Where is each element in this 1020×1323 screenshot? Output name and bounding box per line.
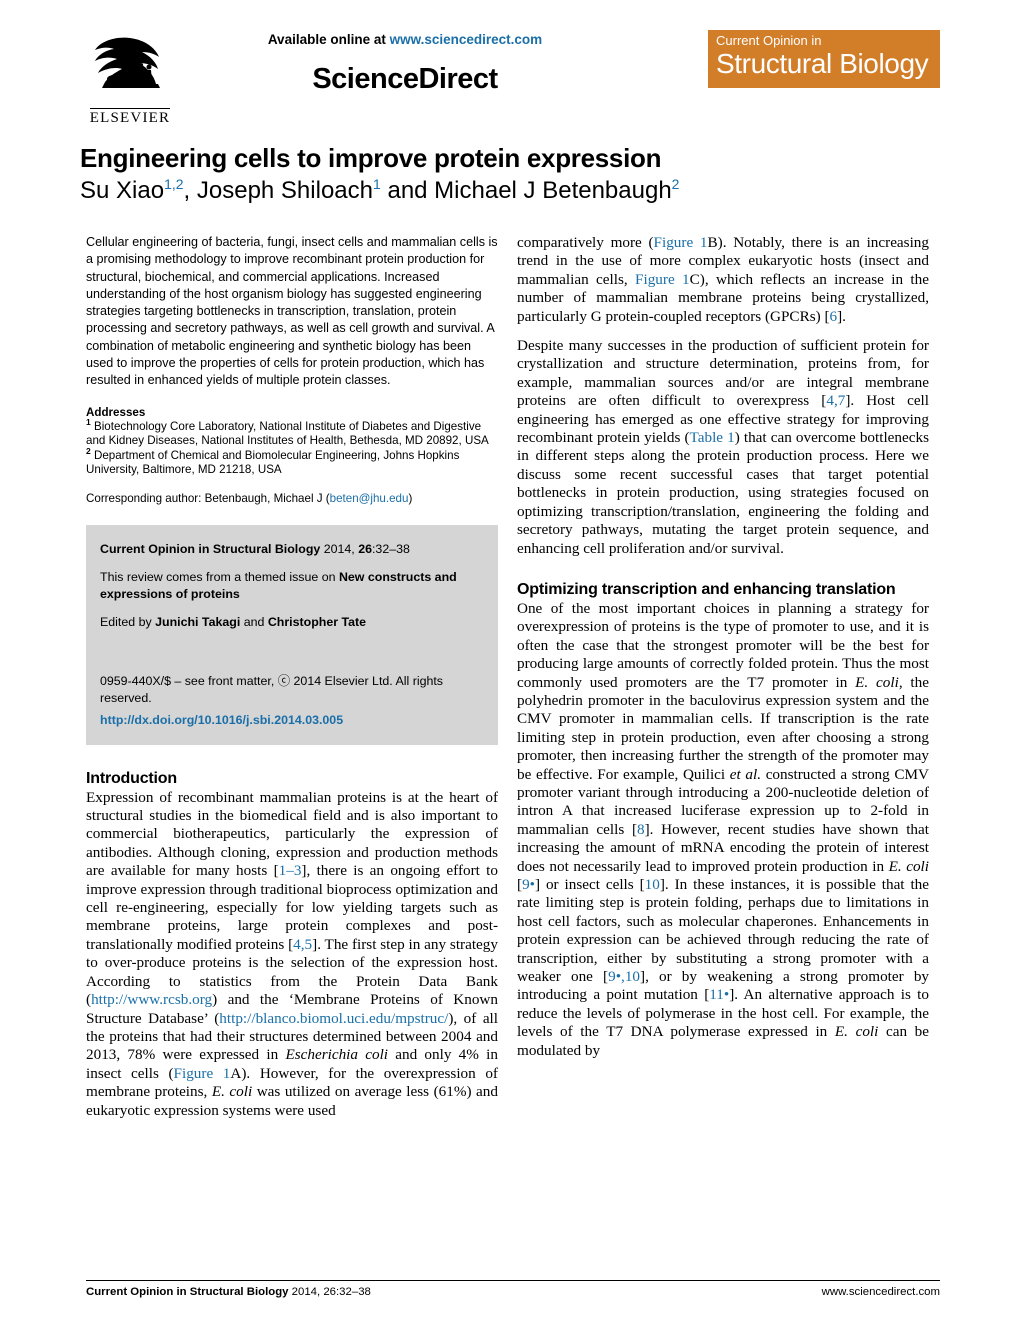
sciencedirect-wordmark: ScienceDirect xyxy=(312,63,498,95)
citation-ref-4-7[interactable]: 4,7 xyxy=(826,392,845,409)
elsevier-tree-icon xyxy=(95,37,160,88)
themed-issue-line: This review comes from a themed issue on… xyxy=(100,569,482,603)
footer-journal-name: Current Opinion in Structural Biology xyxy=(86,1286,289,1298)
citation-ref-9[interactable]: 9• xyxy=(522,876,535,893)
citation-pages: :32–38 xyxy=(371,541,410,556)
editors-line: Edited by Junichi Takagi and Christopher… xyxy=(100,614,482,631)
right-paragraph-2: Despite many successes in the production… xyxy=(517,337,929,558)
sciencedirect-url-link[interactable]: www.sciencedirect.com xyxy=(390,32,543,47)
addresses-heading: Addresses xyxy=(86,405,146,419)
masthead: ELSEVIER Available online at www.science… xyxy=(0,22,1020,140)
doi-link[interactable]: http://dx.doi.org/10.1016/j.sbi.2014.03.… xyxy=(100,713,482,727)
author-list: Su Xiao1,2, Joseph Shiloach1 and Michael… xyxy=(80,176,680,204)
citation-ref-1-3[interactable]: 1–3 xyxy=(279,862,302,879)
left-column: Cellular engineering of bacteria, fungi,… xyxy=(86,234,498,1120)
page-title: Engineering cells to improve protein exp… xyxy=(80,143,662,173)
address-2-text: Department of Chemical and Biomolecular … xyxy=(86,448,460,477)
available-online-line: Available online at www.sciencedirect.co… xyxy=(215,32,595,47)
journal-banner-line2: Structural Biology xyxy=(716,48,929,79)
journal-banner: Current Opinion in Structural Biology xyxy=(708,30,940,88)
sciencedirect-block: Available online at www.sciencedirect.co… xyxy=(215,32,595,96)
author-affil-marker: 1,2 xyxy=(164,176,184,192)
editor-2: Christopher Tate xyxy=(267,614,367,629)
table-ref-1[interactable]: Table 1 xyxy=(690,429,735,446)
edited-prefix: Edited by xyxy=(100,614,156,629)
right3-frag-f: ] or insect cells [ xyxy=(534,876,645,893)
section-heading-optimizing-transcription: Optimizing transcription and enhancing t… xyxy=(517,580,896,598)
right-column: comparatively more (Figure 1B). Notably,… xyxy=(517,234,929,1060)
right-paragraph-1: comparatively more (Figure 1B). Notably,… xyxy=(517,234,929,326)
citation-ref-4-5[interactable]: 4,5 xyxy=(293,936,312,953)
address-1-text: Biotechnology Core Laboratory, National … xyxy=(86,419,489,448)
citation-ref-9-10[interactable]: 9•,10 xyxy=(608,968,640,985)
citation-rest: 2014, xyxy=(320,541,359,556)
page-footer: Current Opinion in Structural Biology 20… xyxy=(86,1280,940,1298)
corresponding-author: Corresponding author: Betenbaugh, Michae… xyxy=(86,492,498,507)
address-marker-1: 1 xyxy=(86,416,91,427)
pdb-url-link[interactable]: http://www.rcsb.org xyxy=(91,991,212,1008)
author-affil-marker: 2 xyxy=(671,176,680,192)
title-area: Engineering cells to improve protein exp… xyxy=(80,143,940,205)
figure-ref-1b[interactable]: Figure 1 xyxy=(654,234,708,251)
right-frag-a: comparatively more ( xyxy=(517,234,654,251)
footer-website-link[interactable]: www.sciencedirect.com xyxy=(822,1286,940,1298)
corresponding-suffix: ) xyxy=(408,492,413,506)
species-name-e-coli-2: E. coli xyxy=(888,857,929,875)
citation-ref-8[interactable]: 8 xyxy=(637,821,645,838)
right-paragraph-3: One of the most important choices in pla… xyxy=(517,600,929,1060)
journal-info-box: Current Opinion in Structural Biology 20… xyxy=(86,524,498,745)
abstract-text: Cellular engineering of bacteria, fungi,… xyxy=(86,235,498,388)
right-frag-d: ]. xyxy=(837,307,846,325)
section-heading-introduction: Introduction xyxy=(86,769,177,787)
citation-volume: 26 xyxy=(358,541,372,556)
mpstruc-url-link[interactable]: http://blanco.biomol.uci.edu/mpstruc/ xyxy=(219,1010,448,1027)
species-name-e-coli-3: E. coli xyxy=(834,1023,879,1041)
citation-ref-10[interactable]: 10 xyxy=(645,876,660,893)
footer-citation: Current Opinion in Structural Biology 20… xyxy=(86,1286,371,1298)
journal-banner-line1: Current Opinion in xyxy=(716,33,822,48)
right2-frag-c: ) that can overcome bottlenecks in diffe… xyxy=(517,429,930,557)
footer-citation-rest: 2014, 26:32–38 xyxy=(288,1286,371,1298)
citation-line: Current Opinion in Structural Biology 20… xyxy=(100,541,482,558)
front-matter-line: 0959-440X/$ – see front matter, ⓒ 2014 E… xyxy=(100,673,443,705)
address-1: 1 Biotechnology Core Laboratory, Nationa… xyxy=(86,416,498,449)
author-affil-marker: 1 xyxy=(373,176,381,192)
corresponding-email-link[interactable]: beten@jhu.edu xyxy=(330,492,409,505)
themed-prefix: This review comes from a themed issue on xyxy=(100,569,339,584)
introduction-paragraph: Expression of recombinant mammalian prot… xyxy=(86,789,498,1120)
editor-1: Junichi Takagi xyxy=(155,614,241,629)
article-page: ELSEVIER Available online at www.science… xyxy=(0,0,1020,1323)
et-al: et al. xyxy=(729,765,762,783)
corresponding-prefix: Corresponding author: Betenbaugh, Michae… xyxy=(86,492,330,506)
elsevier-logo: ELSEVIER xyxy=(80,30,180,127)
figure-ref-1c[interactable]: Figure 1 xyxy=(635,271,690,288)
citation-ref-11[interactable]: 11• xyxy=(709,986,729,1003)
elsevier-wordmark: ELSEVIER xyxy=(89,108,171,126)
citation-ref-6[interactable]: 6 xyxy=(830,308,838,325)
address-2: 2 Department of Chemical and Biomolecula… xyxy=(86,446,498,478)
edited-middle: and xyxy=(240,614,268,629)
available-online-prefix: Available online at xyxy=(267,32,390,47)
species-name-e-coli: E. coli xyxy=(211,1083,253,1101)
species-name-e-coli-1: E. coli xyxy=(855,673,899,691)
address-marker-2: 2 xyxy=(86,446,91,456)
figure-ref-1a[interactable]: Figure 1 xyxy=(174,1065,231,1082)
species-name-escherichia-coli: Escherichia coli xyxy=(285,1046,389,1064)
citation-journal: Current Opinion in Structural Biology xyxy=(100,541,321,556)
